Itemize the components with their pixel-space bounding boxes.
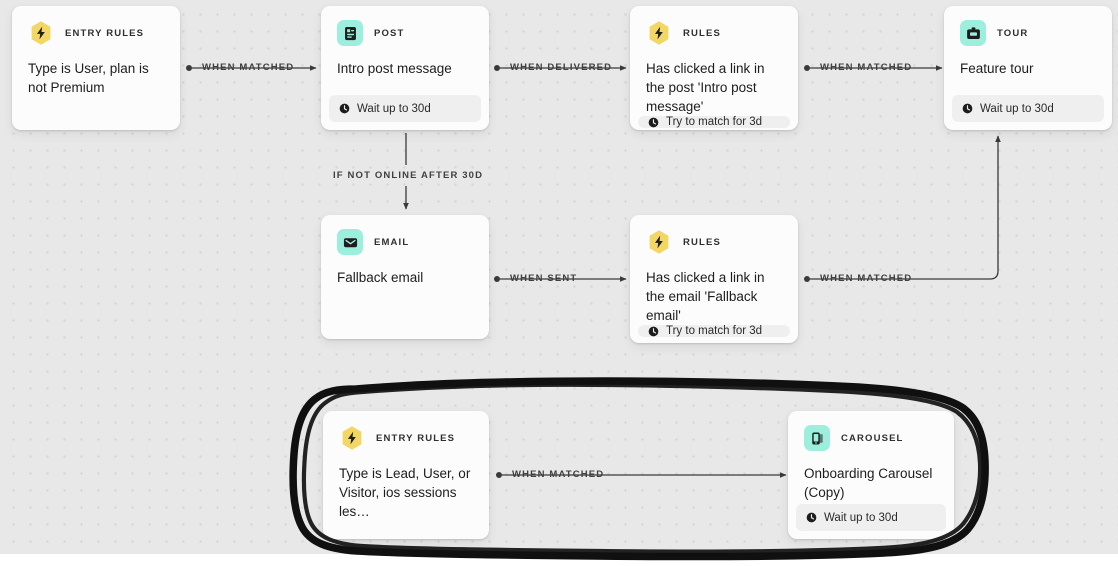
node-title: Type is Lead, User, or Visitor, ios sess… [339, 466, 471, 519]
node-carousel[interactable]: CAROUSEL Onboarding Carousel (Copy) Wait… [788, 411, 954, 539]
node-header: ENTRY RULES [12, 6, 180, 46]
node-kind-label: CAROUSEL [841, 432, 904, 444]
canvas-bottom-edge [0, 554, 1118, 566]
node-kind-label: EMAIL [374, 236, 410, 248]
node-footer-match: Try to match for 3d [638, 116, 790, 128]
node-kind-label: ENTRY RULES [376, 432, 456, 444]
tour-icon [960, 20, 986, 46]
node-footer-match: Try to match for 3d [638, 325, 790, 337]
clock-icon [648, 117, 659, 127]
node-footer-label: Wait up to 30d [980, 102, 1054, 115]
clock-icon [806, 512, 817, 523]
node-tour[interactable]: TOUR Feature tour Wait up to 30d [944, 6, 1112, 130]
node-header: ENTRY RULES [323, 411, 489, 451]
node-rules-email[interactable]: RULES Has clicked a link in the email 'F… [630, 215, 798, 343]
edge-label-post-to-email: IF NOT ONLINE AFTER 30D [333, 170, 484, 181]
node-title: Onboarding Carousel (Copy) [804, 466, 933, 500]
carousel-icon [804, 425, 830, 451]
node-header: TOUR [944, 6, 1112, 46]
node-kind-label: RULES [683, 236, 721, 248]
node-title: Feature tour [960, 61, 1034, 76]
node-post[interactable]: POST Intro post message Wait up to 30d [321, 6, 489, 130]
node-title: Fallback email [337, 270, 424, 285]
node-kind-label: TOUR [997, 27, 1029, 39]
email-icon [337, 229, 363, 255]
lightning-hexagon-icon [646, 20, 672, 46]
node-footer-wait: Wait up to 30d [952, 95, 1104, 122]
post-icon [337, 20, 363, 46]
node-title: Intro post message [337, 61, 452, 76]
edge-label-post-to-rules: WHEN DELIVERED [510, 62, 613, 73]
node-header: CAROUSEL [788, 411, 954, 451]
node-footer-wait: Wait up to 30d [796, 504, 946, 531]
edge-label-entry-to-post: WHEN MATCHED [202, 62, 295, 73]
edge-rulesemail-to-tour [804, 135, 1001, 282]
node-kind-label: POST [374, 27, 405, 39]
node-footer-label: Try to match for 3d [666, 116, 763, 128]
node-header: RULES [630, 215, 798, 255]
node-rules-post[interactable]: RULES Has clicked a link in the post 'In… [630, 6, 798, 130]
node-title: Type is User, plan is not Premium [28, 61, 149, 95]
node-entry-rules-top[interactable]: ENTRY RULES Type is User, plan is not Pr… [12, 6, 180, 130]
workflow-canvas[interactable]: WHEN MATCHED WHEN DELIVERED WHEN MATCHED… [0, 0, 1118, 566]
node-header: RULES [630, 6, 798, 46]
clock-icon [962, 103, 973, 114]
node-footer-label: Wait up to 30d [357, 102, 431, 115]
lightning-hexagon-icon [339, 425, 365, 451]
edge-label-email-to-rules: WHEN SENT [510, 273, 578, 284]
node-kind-label: RULES [683, 27, 721, 39]
node-entry-rules-bottom[interactable]: ENTRY RULES Type is Lead, User, or Visit… [323, 411, 489, 539]
node-header: POST [321, 6, 489, 46]
node-kind-label: ENTRY RULES [65, 27, 145, 39]
node-email[interactable]: EMAIL Fallback email [321, 215, 489, 339]
lightning-hexagon-icon [646, 229, 672, 255]
node-title: Has clicked a link in the post 'Intro po… [646, 61, 765, 114]
lightning-hexagon-icon [28, 20, 54, 46]
edge-label-rulesemail-to-tour: WHEN MATCHED [820, 273, 913, 284]
node-footer-label: Try to match for 3d [666, 325, 763, 337]
node-footer-wait: Wait up to 30d [329, 95, 481, 122]
node-header: EMAIL [321, 215, 489, 255]
clock-icon [339, 103, 350, 114]
node-title: Has clicked a link in the email 'Fallbac… [646, 270, 765, 323]
clock-icon [648, 326, 659, 336]
edge-label-rules-to-tour: WHEN MATCHED [820, 62, 913, 73]
node-footer-label: Wait up to 30d [824, 511, 898, 524]
edge-label-entrybottom-to-carousel: WHEN MATCHED [512, 469, 605, 480]
